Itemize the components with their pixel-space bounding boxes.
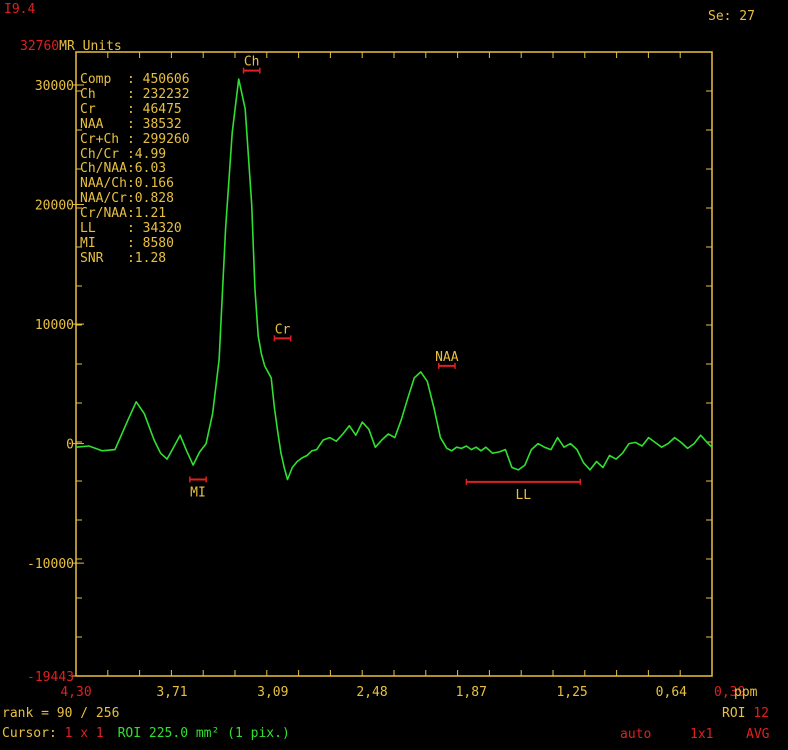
metric-label: Ch/NAA bbox=[80, 161, 127, 177]
metric-row: Comp : 450606 bbox=[80, 72, 190, 88]
y-tick-label: 20000 bbox=[35, 199, 74, 214]
y-axis-top-label: 32760MR Units bbox=[20, 39, 122, 55]
metric-label: MI bbox=[80, 235, 96, 251]
peak-marker-ch: Ch bbox=[242, 55, 261, 74]
metric-label: SNR bbox=[80, 250, 104, 266]
metric-row: Ch/Cr :4.99 bbox=[80, 146, 190, 163]
metric-row: SNR :1.28 bbox=[80, 250, 190, 267]
peak-marker-mi: MI bbox=[189, 476, 207, 500]
y-tick-label: 30000 bbox=[35, 79, 74, 94]
metric-label: Cr+Ch bbox=[80, 131, 120, 147]
metric-label: Ch bbox=[80, 86, 96, 102]
metric-row: NAA : 38532 bbox=[80, 116, 190, 133]
metric-value: 46475 bbox=[142, 101, 182, 117]
metric-separator: : bbox=[103, 116, 143, 132]
peak-marker-naa: NAA bbox=[435, 350, 459, 369]
cursor-value: 1 x 1 bbox=[64, 726, 104, 741]
roi-label: ROI bbox=[722, 706, 746, 721]
metric-separator: : bbox=[126, 176, 135, 192]
metric-value: 0.166 bbox=[134, 176, 174, 192]
cursor-label: Cursor: bbox=[2, 726, 57, 741]
metric-label: NAA/Cr bbox=[80, 191, 127, 207]
metric-row: Cr/NAA:1.21 bbox=[80, 206, 190, 222]
metric-label: Comp bbox=[80, 72, 112, 87]
metric-separator: : bbox=[95, 86, 143, 102]
peak-marker-label: NAA bbox=[435, 350, 459, 365]
metric-separator: : bbox=[95, 101, 143, 117]
x-tick-label: 2,48 bbox=[356, 685, 387, 700]
metric-label: LL bbox=[80, 221, 96, 237]
y-tick-label: 10000 bbox=[35, 318, 74, 333]
peak-marker-label: MI bbox=[190, 485, 206, 500]
metric-row: NAA/Cr:0.828 bbox=[80, 191, 190, 207]
metric-row: Cr+Ch : 299260 bbox=[80, 131, 190, 148]
metric-value: 0.828 bbox=[134, 191, 174, 207]
metric-value: 34320 bbox=[142, 221, 182, 237]
metric-label: Cr bbox=[80, 101, 96, 117]
metric-value: 299260 bbox=[142, 131, 190, 147]
metric-row: Cr : 46475 bbox=[80, 101, 190, 118]
metric-value: 232232 bbox=[142, 86, 190, 102]
metric-separator: : bbox=[119, 131, 143, 147]
y-tick-label: -19443 bbox=[27, 670, 74, 685]
roi-info: ROI 225.0 mm² (1 pix.) bbox=[117, 726, 290, 741]
x-tick-label: 1,87 bbox=[456, 685, 487, 700]
metric-separator: : bbox=[126, 206, 135, 222]
rank-text: rank = 90 / 256 bbox=[2, 706, 120, 721]
metric-separator: : bbox=[95, 221, 143, 237]
metric-label: Ch/Cr bbox=[80, 146, 120, 162]
metric-label: NAA bbox=[80, 116, 104, 132]
peak-marker-ll: LL bbox=[465, 478, 581, 503]
roi-number: 12 bbox=[753, 706, 769, 721]
peak-marker-cr: Cr bbox=[273, 322, 292, 342]
metric-value: 1.21 bbox=[134, 206, 167, 222]
metric-row: Ch/NAA:6.03 bbox=[80, 161, 190, 177]
x-tick-label: 3,71 bbox=[156, 685, 187, 700]
x-axis-label: ppm bbox=[734, 685, 758, 700]
x-tick-label: 1,25 bbox=[556, 685, 587, 700]
metric-value: 4.99 bbox=[134, 146, 167, 162]
metric-value: 8580 bbox=[142, 235, 174, 251]
metric-separator: : bbox=[103, 250, 135, 266]
roi-indicator[interactable]: ROI 12 bbox=[722, 706, 769, 722]
mode-auto[interactable]: auto bbox=[620, 727, 651, 743]
metric-row: MI : 8580 bbox=[80, 235, 190, 252]
cursor-status: Cursor: 1 x 1 ROI 225.0 mm² (1 pix.) bbox=[2, 726, 290, 742]
metric-separator: : bbox=[111, 72, 143, 87]
peak-marker-label: Ch bbox=[244, 55, 260, 70]
metric-separator: : bbox=[95, 235, 143, 251]
peak-marker-label: Cr bbox=[275, 322, 291, 337]
metric-label: Cr/NAA bbox=[80, 206, 127, 222]
metric-value: 1.28 bbox=[134, 250, 167, 266]
metric-row: NAA/Ch:0.166 bbox=[80, 176, 190, 192]
metric-value: 38532 bbox=[142, 116, 182, 132]
metric-separator: : bbox=[126, 191, 135, 207]
metric-separator: : bbox=[119, 146, 135, 162]
x-tick-label: 0,64 bbox=[656, 685, 687, 700]
mode-grid[interactable]: 1x1 bbox=[690, 727, 713, 743]
metric-separator: : bbox=[126, 161, 135, 177]
peak-marker-label: LL bbox=[515, 488, 531, 503]
y-max-label: 32760 bbox=[20, 39, 60, 54]
y-axis-unit: MR Units bbox=[59, 39, 122, 54]
metric-row: Ch : 232232 bbox=[80, 86, 190, 103]
y-tick-label: -10000 bbox=[27, 557, 74, 572]
metric-value: 450606 bbox=[142, 72, 190, 87]
metric-row: LL : 34320 bbox=[80, 221, 190, 237]
metrics-panel: Comp : 450606 Ch : 232232 Cr : 46475 NAA : … bbox=[80, 72, 190, 267]
x-tick-label: 4,30 bbox=[60, 685, 91, 700]
metric-value: 6.03 bbox=[134, 161, 167, 177]
y-tick-label: 0 bbox=[66, 438, 74, 453]
metric-label: NAA/Ch bbox=[80, 176, 127, 192]
x-tick-label: 3,09 bbox=[257, 685, 288, 700]
mode-avg[interactable]: AVG bbox=[746, 727, 769, 743]
